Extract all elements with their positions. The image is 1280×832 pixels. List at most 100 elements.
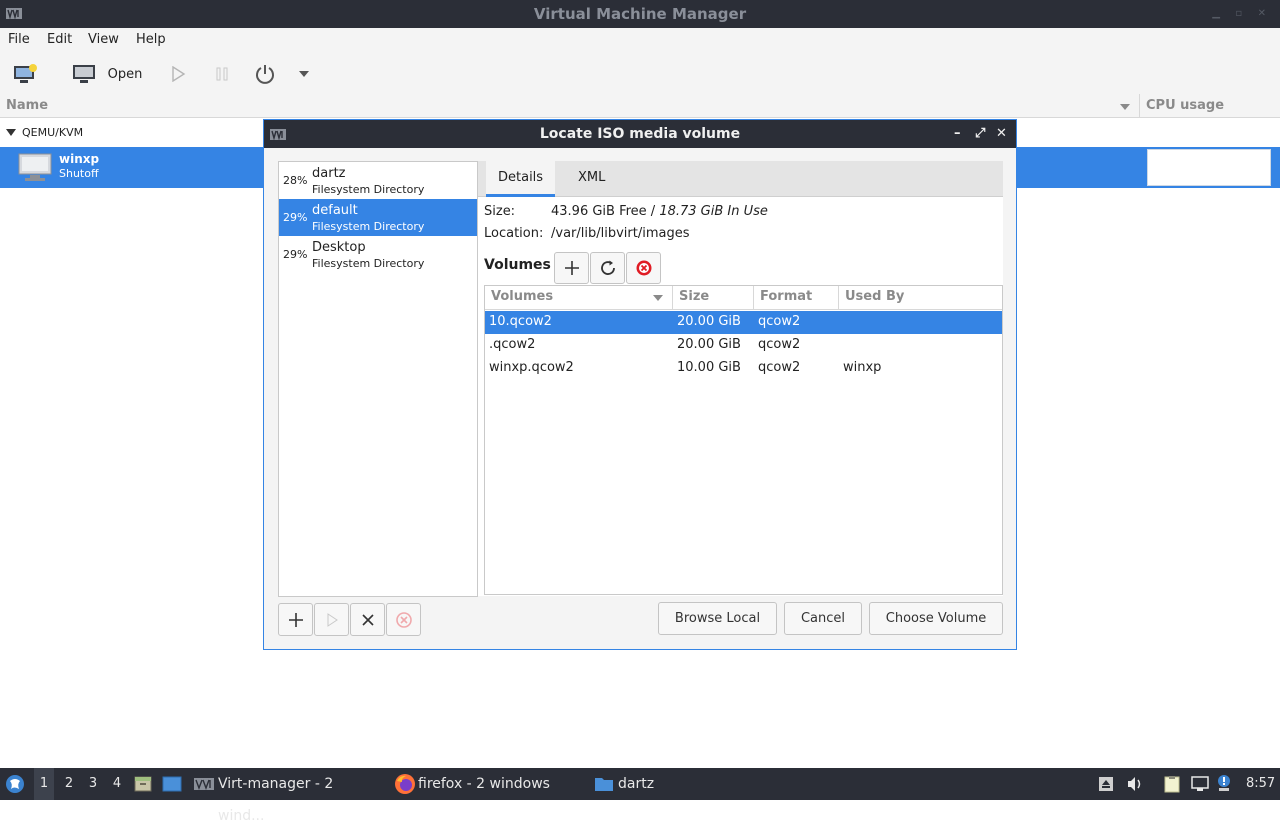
network-tray-button[interactable] <box>1190 768 1212 800</box>
expander-icon[interactable] <box>6 129 16 137</box>
maximize-icon[interactable]: ⤢ <box>975 120 985 148</box>
desktop-icon <box>162 776 182 792</box>
pool-type: Filesystem Directory <box>312 257 425 270</box>
workspace-3-label: 3 <box>88 776 98 791</box>
delete-icon <box>395 611 412 628</box>
task-dartz[interactable]: dartz <box>594 768 674 800</box>
workspace-1[interactable]: 1 <box>34 768 54 800</box>
volume-tray-button[interactable] <box>1126 768 1146 800</box>
plus-icon <box>288 612 303 627</box>
clipboard-icon <box>1164 776 1180 793</box>
clock[interactable]: 8:57 <box>1246 768 1278 800</box>
workspace-2-label: 2 <box>64 776 74 791</box>
menu-edit[interactable]: Edit <box>47 32 72 47</box>
firefox-icon <box>395 774 415 794</box>
run-button[interactable] <box>166 54 190 94</box>
pause-button[interactable] <box>210 54 234 94</box>
location-value: /var/lib/libvirt/images <box>551 226 690 241</box>
volume-size: 10.00 GiB <box>677 360 741 375</box>
stop-pool-button[interactable] <box>350 603 385 636</box>
open-button[interactable]: Open <box>66 54 148 94</box>
location-label: Location: <box>484 226 544 241</box>
info-icon <box>1218 775 1230 791</box>
tab-xml[interactable]: XML <box>566 161 617 197</box>
clipboard-tray-button[interactable] <box>1163 768 1183 800</box>
volume-name: 10.qcow2 <box>489 314 552 329</box>
sort-chevron-icon <box>653 295 663 301</box>
workspace-1-label: 1 <box>39 776 49 791</box>
new-vm-button[interactable] <box>8 54 42 94</box>
shutdown-button[interactable] <box>252 54 278 94</box>
speaker-icon <box>1128 777 1141 791</box>
notification-tray-button[interactable] <box>1216 768 1234 800</box>
minimize-icon[interactable]: – <box>954 120 961 148</box>
column-cpu-header[interactable]: CPU usage <box>1146 98 1224 113</box>
tab-details[interactable]: Details <box>486 161 556 197</box>
cpu-usage-graph <box>1147 149 1271 186</box>
column-divider <box>1139 94 1140 118</box>
add-volume-button[interactable] <box>554 252 589 284</box>
x-icon <box>361 613 374 626</box>
column-format-header[interactable]: Format <box>754 286 839 310</box>
cancel-button[interactable]: Cancel <box>784 602 862 635</box>
window-title: Virtual Machine Manager <box>533 5 747 23</box>
delete-pool-button[interactable] <box>386 603 421 636</box>
add-pool-button[interactable] <box>278 603 313 636</box>
size-free: 43.96 GiB Free <box>551 204 647 219</box>
column-size-header[interactable]: Size <box>673 286 754 310</box>
window-controls[interactable]: ▁ ▫ ✕ <box>1212 0 1272 28</box>
show-desktop-button[interactable] <box>162 768 184 800</box>
sort-chevron-icon[interactable] <box>1119 103 1131 111</box>
volumes-label: Volumes <box>484 257 551 273</box>
volume-row[interactable]: winxp.qcow2 10.00 GiB qcow2 winxp <box>485 357 1002 380</box>
browse-local-button[interactable]: Browse Local <box>658 602 777 635</box>
workspace-3[interactable]: 3 <box>84 768 102 800</box>
start-menu-button[interactable] <box>5 768 27 800</box>
clock-time: 8:57 <box>1246 776 1276 791</box>
menu-file[interactable]: File <box>8 32 30 47</box>
task-virt-manager[interactable]: Virt-manager - 2 wind... <box>192 768 384 824</box>
open-button-label: Open <box>107 66 143 82</box>
delete-volume-button[interactable] <box>626 252 661 284</box>
size-separator: / <box>646 204 660 219</box>
pool-item[interactable]: 29% Desktop Filesystem Directory <box>279 236 477 273</box>
volume-used-by: winxp <box>843 360 882 375</box>
menu-help[interactable]: Help <box>136 32 166 47</box>
column-format-label: Format <box>760 289 813 304</box>
tab-xml-label: XML <box>578 170 606 185</box>
file-manager-launcher[interactable] <box>134 768 154 800</box>
column-volumes-header[interactable]: Volumes <box>485 286 673 310</box>
volume-row[interactable]: .qcow2 20.00 GiB qcow2 <box>485 334 1002 357</box>
vm-status: Shutoff <box>59 167 99 180</box>
menu-bar: File Edit View Help <box>0 28 1280 54</box>
workspace-4[interactable]: 4 <box>108 768 126 800</box>
pool-type: Filesystem Directory <box>312 183 425 196</box>
shutdown-menu-button[interactable] <box>294 54 314 94</box>
pool-usage: 29% <box>283 211 308 224</box>
pool-item[interactable]: 29% default Filesystem Directory <box>279 199 477 236</box>
play-icon <box>327 612 338 627</box>
close-icon[interactable]: ✕ <box>996 120 1007 148</box>
column-name-header[interactable]: Name <box>6 98 48 113</box>
volume-row[interactable]: 10.qcow2 20.00 GiB qcow2 <box>485 311 1002 334</box>
column-volumes-label: Volumes <box>491 289 554 304</box>
volume-name: .qcow2 <box>489 337 536 352</box>
refresh-icon <box>600 260 615 275</box>
task-firefox[interactable]: firefox - 2 windows <box>394 768 564 800</box>
refresh-volumes-button[interactable] <box>590 252 625 284</box>
folder-icon <box>595 778 613 791</box>
main-titlebar: Virtual Machine Manager ▁ ▫ ✕ <box>0 0 1280 28</box>
pool-name: Desktop <box>312 240 366 255</box>
menu-view[interactable]: View <box>88 32 119 47</box>
connection-name: QEMU/KVM <box>22 126 84 139</box>
size-label: Size: <box>484 204 516 219</box>
pool-item[interactable]: 28% dartz Filesystem Directory <box>279 162 477 199</box>
eject-tray-button[interactable] <box>1098 768 1116 800</box>
workspace-2[interactable]: 2 <box>60 768 78 800</box>
volume-format: qcow2 <box>758 314 801 329</box>
start-pool-button[interactable] <box>314 603 349 636</box>
column-used-by-header[interactable]: Used By <box>839 286 1002 310</box>
new-vm-icon <box>14 64 37 83</box>
choose-volume-button[interactable]: Choose Volume <box>869 602 1003 635</box>
volume-format: qcow2 <box>758 360 801 375</box>
